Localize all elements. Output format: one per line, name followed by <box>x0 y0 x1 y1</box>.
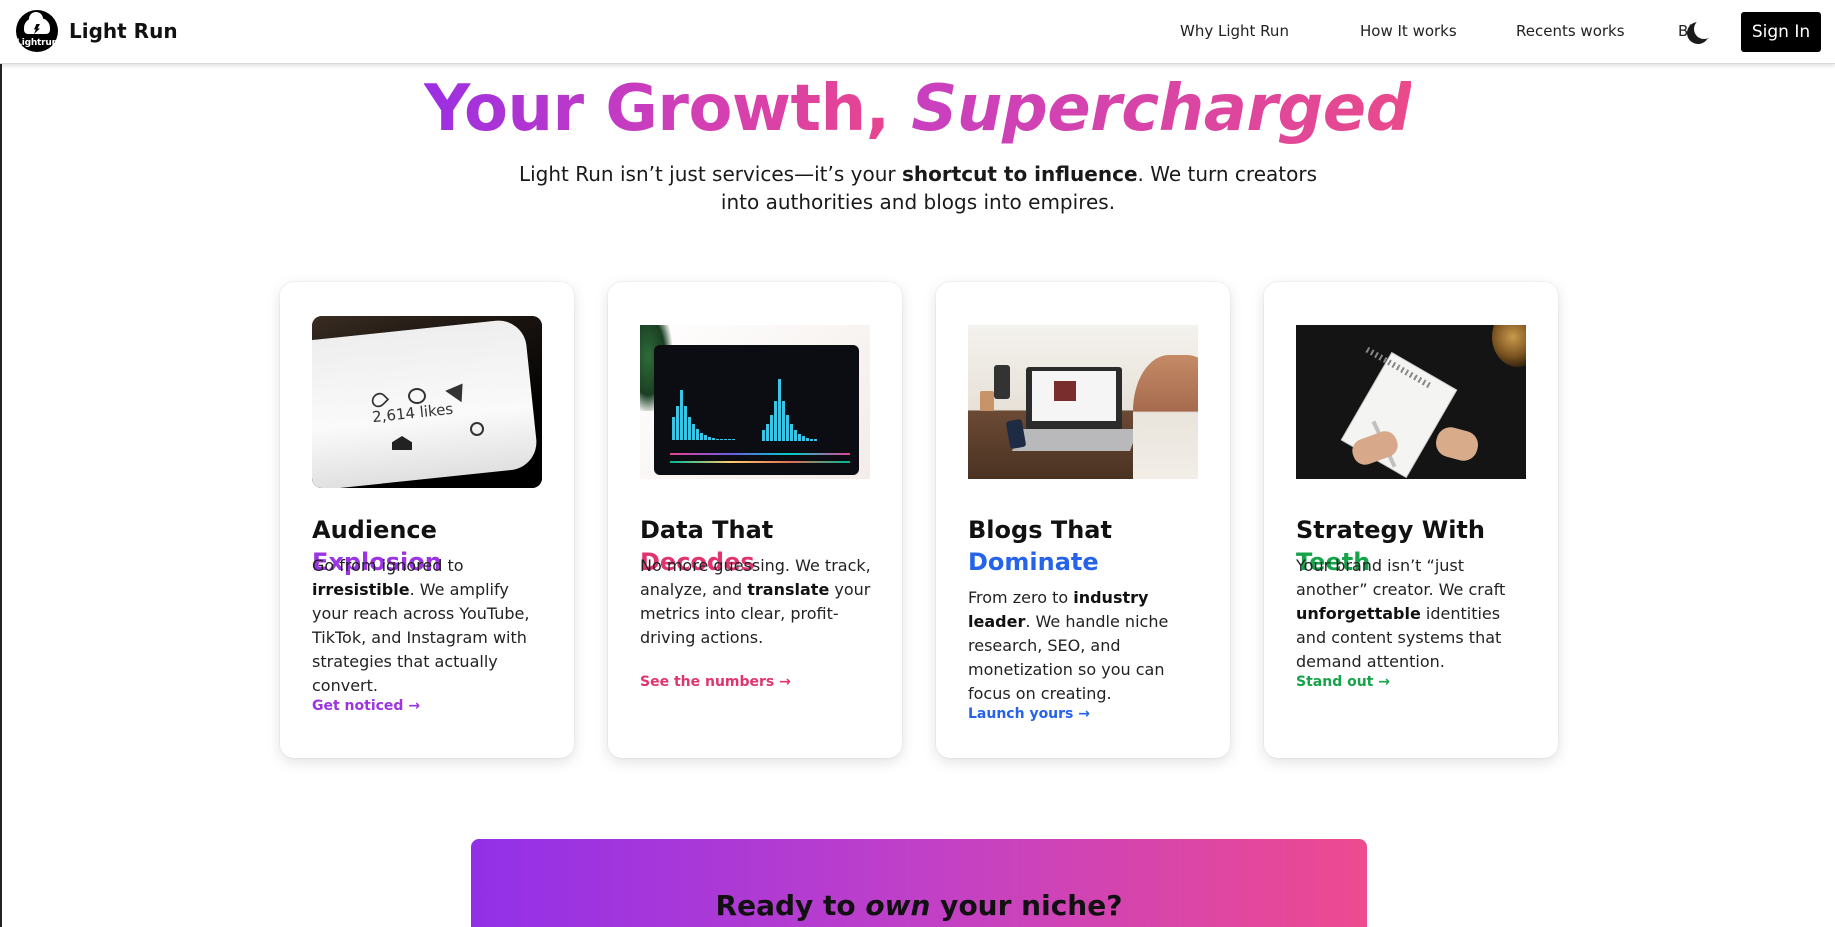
search-icon <box>470 422 484 436</box>
notepad-strategy-image <box>1296 325 1526 479</box>
hero-title-italic: Supercharged <box>911 72 1411 146</box>
card-description: From zero to industry leader. We handle … <box>968 586 1204 706</box>
brand-name[interactable]: Light Run <box>69 19 178 43</box>
service-card-audience: 2,614 likes Audience Explosion Go from i… <box>280 282 574 758</box>
stand-out-link[interactable]: Stand out → <box>1296 674 1390 690</box>
logo-text: Lightrun <box>16 38 58 48</box>
card-description: Go from ignored to irresistible. We ampl… <box>312 554 548 698</box>
cta-title-pre: Ready to <box>715 889 866 922</box>
hero-subtitle-bold: shortcut to influence <box>901 162 1138 186</box>
nav-link-recent-works[interactable]: Recents works <box>1516 22 1625 40</box>
card-title-plain: Strategy With <box>1296 516 1485 544</box>
phone-likes-image: 2,614 likes <box>312 316 542 488</box>
card-title-accent: Dominate <box>968 548 1099 576</box>
comment-icon <box>408 388 426 404</box>
analytics-dashboard-image <box>640 325 870 479</box>
card-title-plain: Audience <box>312 516 437 544</box>
desc-part: Your brand isn’t “just another” creator.… <box>1296 556 1506 599</box>
cta-title: Ready to own your niche? <box>471 889 1367 922</box>
hero-title: Your Growth, Supercharged <box>0 72 1835 146</box>
desc-bold: translate <box>747 580 830 599</box>
sign-in-button[interactable]: Sign In <box>1741 12 1821 52</box>
service-card-blogs: Blogs That Dominate From zero to industr… <box>936 282 1230 758</box>
service-card-strategy: Strategy With Teeth Your brand isn’t “ju… <box>1264 282 1558 758</box>
moon-icon[interactable] <box>1687 19 1714 44</box>
card-title-plain: Data That <box>640 516 774 544</box>
cta-title-italic: own <box>865 889 931 922</box>
desc-part: Go from ignored to <box>312 556 464 575</box>
desc-bold: unforgettable <box>1296 604 1421 623</box>
service-card-data: Data That Decodes No more guessing. We t… <box>608 282 902 758</box>
lightrun-logo[interactable]: Lightrun <box>16 10 58 52</box>
card-title-plain: Blogs That <box>968 516 1112 544</box>
hero-title-plain: Your Growth, <box>424 72 890 146</box>
get-noticed-link[interactable]: Get noticed → <box>312 698 420 714</box>
see-the-numbers-link[interactable]: See the numbers → <box>640 674 791 690</box>
hero-subtitle-pre: Light Run isn’t just services—it’s your <box>518 162 902 186</box>
top-navbar: Lightrun Light Run Why Light Run How It … <box>0 0 1835 64</box>
cta-banner: Ready to own your niche? <box>471 839 1367 927</box>
card-title: Blogs That Dominate <box>968 514 1168 578</box>
nav-link-why-light-run[interactable]: Why Light Run <box>1180 22 1304 40</box>
card-description: No more guessing. We track, analyze, and… <box>640 554 876 650</box>
card-description: Your brand isn’t “just another” creator.… <box>1296 554 1532 674</box>
desc-part: From zero to <box>968 588 1074 607</box>
nav-links: Why Light Run How It works Recents works… <box>1180 22 1767 40</box>
desc-bold: irresistible <box>312 580 410 599</box>
hero-subtitle: Light Run isn’t just services—it’s your … <box>517 160 1319 216</box>
launch-yours-link[interactable]: Launch yours → <box>968 706 1090 722</box>
blogger-laptop-image <box>968 325 1198 479</box>
nav-link-how-it-works[interactable]: How It works <box>1360 22 1460 40</box>
cta-title-post: your niche? <box>930 889 1123 922</box>
